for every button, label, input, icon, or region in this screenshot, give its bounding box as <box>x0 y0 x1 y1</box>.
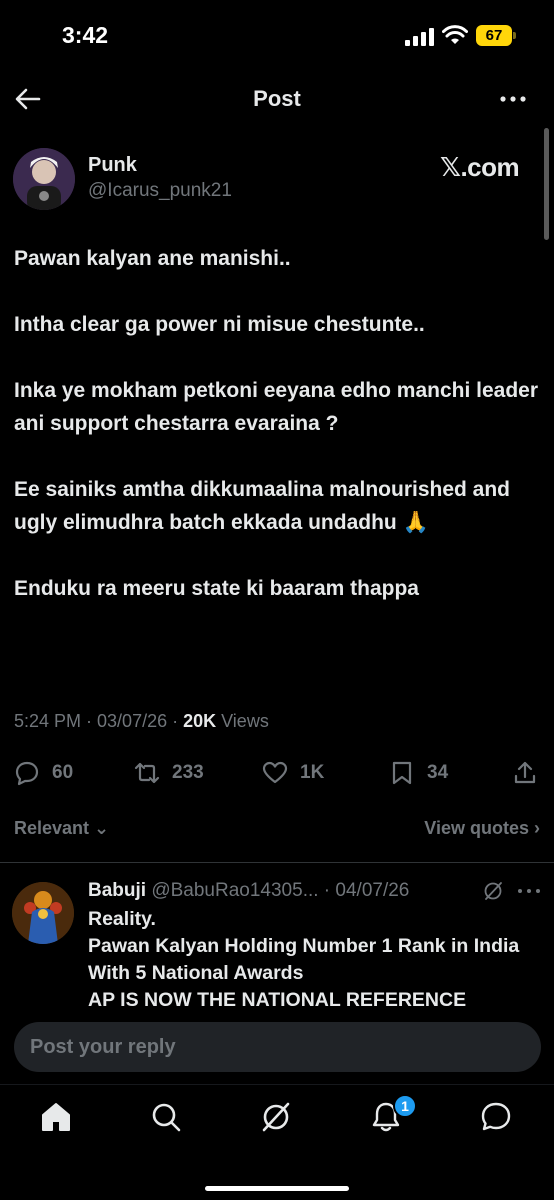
author-name[interactable]: Punk <box>88 154 137 177</box>
status-bar: 3:42 67 <box>0 0 554 70</box>
reply-header: Babuji @BabuRao14305... · 04/07/26 <box>88 880 409 902</box>
notification-badge: 1 <box>393 1094 417 1118</box>
avatar-image <box>13 148 75 210</box>
page-title: Post <box>253 86 301 111</box>
reply-button[interactable]: 60 <box>14 755 73 791</box>
reply-icon <box>15 761 39 786</box>
bottom-tab-bar <box>0 1084 554 1200</box>
reply-handle-date: @BabuRao14305... · 04/07/26 <box>146 880 410 901</box>
heart-icon <box>262 761 288 784</box>
home-icon[interactable] <box>38 1099 74 1135</box>
reply-count: 60 <box>52 762 74 783</box>
reply-input[interactable]: Post your reply <box>14 1022 541 1072</box>
divider <box>0 862 554 863</box>
view-quotes-link[interactable]: View quotes › <box>424 818 540 839</box>
reply-avatar[interactable] <box>12 882 74 944</box>
battery-level: 67 <box>485 27 503 44</box>
post-paragraph: Intha clear ga power ni misue chestunte.… <box>14 313 425 336</box>
reply-avatar-image <box>12 882 74 944</box>
post-body: Pawan kalyan ane manishi.. Intha clear g… <box>14 242 544 638</box>
grok-icon[interactable] <box>258 1099 294 1135</box>
reply-line: AP IS NOW THE NATIONAL REFERENCE <box>88 989 467 1011</box>
post-paragraph: Enduku ra meeru state ki baaram thappa <box>14 577 419 600</box>
home-indicator[interactable] <box>205 1186 349 1191</box>
status-time: 3:42 <box>62 22 109 48</box>
views-label: Views <box>216 711 269 731</box>
wifi-icon <box>442 25 468 44</box>
sort-relevant-dropdown[interactable]: Relevant ⌄ <box>14 818 109 839</box>
reply-body: Reality. Pawan Kalyan Holding Number 1 R… <box>88 906 528 1014</box>
views-count[interactable]: 20K <box>183 711 216 731</box>
post-paragraph: Ee sainiks amtha dikkumaalina malnourish… <box>14 478 511 534</box>
bookmark-count: 34 <box>427 762 449 783</box>
reply-placeholder: Post your reply <box>30 1036 176 1058</box>
author-handle[interactable]: @Icarus_punk21 <box>88 180 232 202</box>
reply-author-name[interactable]: Babuji <box>88 880 146 901</box>
like-count: 1K <box>300 762 325 783</box>
bookmark-button[interactable]: 34 <box>389 755 448 791</box>
repost-icon <box>134 762 160 784</box>
like-button[interactable]: 1K <box>262 755 324 791</box>
post-paragraph: Pawan kalyan ane manishi.. <box>14 247 291 270</box>
post-actions: 60 233 1K 34 <box>0 755 554 791</box>
repost-button[interactable]: 233 <box>134 755 204 791</box>
x-watermark: 𝕏.com <box>440 152 520 182</box>
battery-indicator: 67 <box>476 25 516 46</box>
search-icon[interactable] <box>148 1099 184 1135</box>
more-horizontal-icon[interactable] <box>516 880 542 902</box>
post-header: Post <box>0 75 554 123</box>
reply-line: Pawan Kalyan Holding Number 1 Rank in In… <box>88 935 520 984</box>
scrollbar[interactable] <box>544 128 549 240</box>
author-avatar[interactable] <box>13 148 75 210</box>
messages-icon[interactable] <box>478 1099 514 1135</box>
post-timestamp: 5:24 PM · 03/07/26 · <box>14 711 184 731</box>
share-icon <box>514 761 536 784</box>
repost-count: 233 <box>172 762 204 783</box>
share-button[interactable] <box>512 755 538 791</box>
post-meta: 5:24 PM · 03/07/26 · 20K Views <box>14 711 269 732</box>
more-horizontal-icon[interactable] <box>498 85 528 113</box>
bookmark-icon <box>392 761 412 785</box>
cellular-signal-icon <box>405 28 434 46</box>
post-paragraph: Inka ye mokham petkoni eeyana edho manch… <box>14 379 539 435</box>
reply-line: Reality. <box>88 908 156 930</box>
grok-icon[interactable] <box>482 880 504 902</box>
